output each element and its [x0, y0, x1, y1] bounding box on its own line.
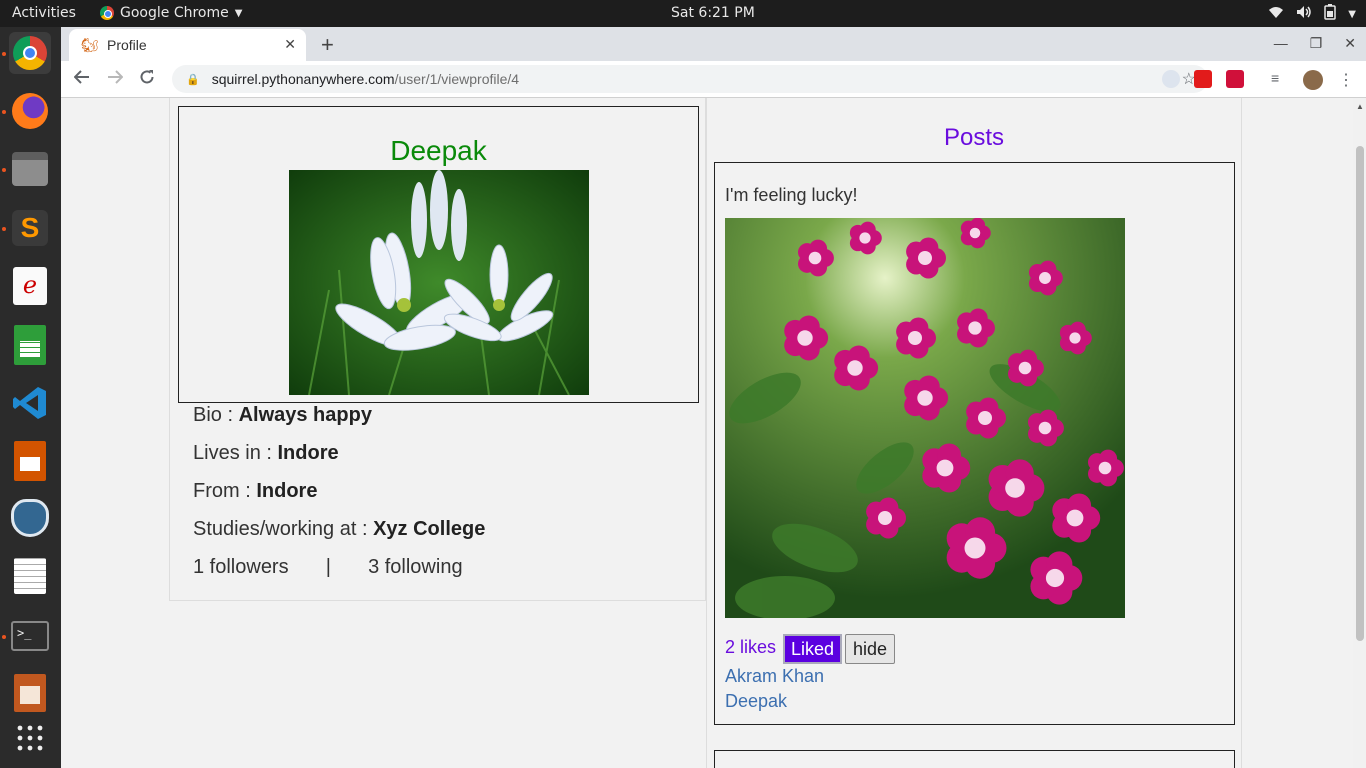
chrome-icon[interactable]: [9, 32, 51, 74]
page-content: Deepak Bio: Always happy Lives in: Ind…: [61, 98, 1353, 768]
chevron-down-icon: ▼: [234, 7, 243, 19]
post-card: I'm feeling lucky! 2 likes Liked hide Ak…: [714, 162, 1235, 725]
terminal-icon[interactable]: >_: [9, 615, 51, 657]
post-photo: [725, 218, 1125, 618]
profile-name: Deepak: [390, 135, 487, 166]
bio-line: Bio : Always happy: [193, 404, 372, 427]
battery-icon: [1324, 4, 1337, 24]
system-tray[interactable]: ▼: [1268, 4, 1356, 24]
app-menu-label: Google Chrome: [120, 5, 229, 21]
menu-kebab-icon[interactable]: ⋮: [1338, 70, 1356, 89]
app-grid-icon[interactable]: [9, 717, 51, 759]
url-host: squirrel.pythonanywhere.com: [211, 71, 395, 87]
forward-button[interactable]: [107, 69, 124, 90]
app-menu[interactable]: Google Chrome ▼: [100, 5, 242, 21]
sublime-text-icon[interactable]: S: [9, 207, 51, 249]
profile-card: Deepak: [178, 106, 699, 403]
tab-profile[interactable]: 🐿 Profile ✕: [69, 29, 306, 61]
scrollbar-thumb[interactable]: [1356, 146, 1364, 641]
from-value: Indore: [256, 480, 318, 502]
bio-value: Always happy: [238, 404, 372, 426]
posts-column: Posts I'm feeling lucky! 2 likes Liked h…: [706, 98, 1242, 768]
presentation-icon[interactable]: [9, 440, 51, 482]
tab-strip: 🐿 Profile ✕ + — ❐ ✕: [61, 27, 1366, 61]
lives-in-label: Lives in :: [193, 442, 278, 464]
lives-in-line: Lives in : Indore: [193, 442, 339, 465]
vscode-icon[interactable]: [9, 382, 51, 424]
chrome-icon: [100, 6, 114, 20]
restore-icon[interactable]: ❐: [1310, 35, 1323, 52]
window-controls: — ❐ ✕: [1274, 35, 1356, 52]
liked-button[interactable]: Liked: [783, 634, 843, 664]
studies-value: Xyz College: [373, 518, 486, 540]
followers-link[interactable]: 1 followers: [193, 556, 289, 578]
files-icon[interactable]: [9, 148, 51, 190]
avatar[interactable]: [1303, 70, 1323, 90]
hide-button[interactable]: hide: [845, 634, 896, 664]
follow-stats: 1 followers | 3 following: [193, 556, 463, 579]
follow-separator: |: [325, 556, 331, 578]
spreadsheet-icon[interactable]: [9, 324, 51, 366]
minimize-icon[interactable]: —: [1274, 35, 1288, 52]
volume-icon: [1296, 5, 1312, 23]
text-editor-icon[interactable]: [9, 555, 51, 597]
post-card: [714, 750, 1235, 768]
address-bar[interactable]: 🔒 squirrel.pythonanywhere.com/user/1/vie…: [172, 65, 1208, 93]
firefox-icon[interactable]: [9, 90, 51, 132]
evince-icon[interactable]: ℯ: [9, 265, 51, 307]
scroll-up-icon[interactable]: ▲: [1356, 102, 1364, 111]
extension-media-icon[interactable]: [1226, 70, 1244, 88]
back-button[interactable]: [73, 69, 90, 90]
following-link[interactable]: 3 following: [368, 556, 463, 578]
post-text: I'm feeling lucky!: [725, 185, 858, 205]
browser-toolbar: 🔒 squirrel.pythonanywhere.com/user/1/vie…: [61, 61, 1366, 98]
page-scrollbar[interactable]: ▲: [1353, 98, 1366, 768]
liker-link[interactable]: Akram Khan: [725, 666, 824, 687]
profile-column: Deepak Bio: Always happy Lives in: Ind…: [169, 98, 706, 601]
from-label: From :: [193, 480, 257, 502]
bio-label: Bio :: [193, 404, 239, 426]
chevron-down-icon: ▼: [1348, 8, 1356, 20]
wifi-icon: [1268, 5, 1284, 23]
url-path: /user/1/viewprofile/4: [394, 71, 520, 87]
tab-title: Profile: [107, 37, 147, 53]
squirrel-favicon-icon: 🐿: [81, 37, 99, 53]
posts-heading: Posts: [943, 124, 1005, 151]
profile-photo: [289, 170, 589, 395]
lives-in-value: Indore: [277, 442, 339, 464]
lock-icon[interactable]: 🔒: [186, 73, 200, 86]
likes-count[interactable]: 2 likes: [725, 637, 776, 658]
activities-button[interactable]: Activities: [12, 5, 76, 21]
system-top-bar: Activities Google Chrome ▼ Sat 6:21 PM ▼: [0, 0, 1366, 27]
clock[interactable]: Sat 6:21 PM: [671, 5, 755, 21]
from-line: From : Indore: [193, 480, 317, 503]
dock: S ℯ >_: [0, 27, 61, 768]
extension-bookmark-icon[interactable]: [1194, 70, 1212, 88]
studies-line: Studies/working at : Xyz College: [193, 518, 485, 541]
new-tab-button[interactable]: +: [321, 32, 334, 58]
studies-label: Studies/working at :: [193, 518, 374, 540]
extension-owl-icon[interactable]: [1162, 70, 1180, 88]
document-viewer-icon[interactable]: [9, 672, 51, 714]
reload-button[interactable]: [139, 69, 155, 90]
media-control-icon[interactable]: ≡: [1271, 70, 1289, 88]
liker-link[interactable]: Deepak: [725, 691, 787, 712]
close-window-icon[interactable]: ✕: [1344, 35, 1356, 52]
pgadmin-icon[interactable]: [9, 497, 51, 539]
close-tab-icon[interactable]: ✕: [284, 36, 296, 53]
